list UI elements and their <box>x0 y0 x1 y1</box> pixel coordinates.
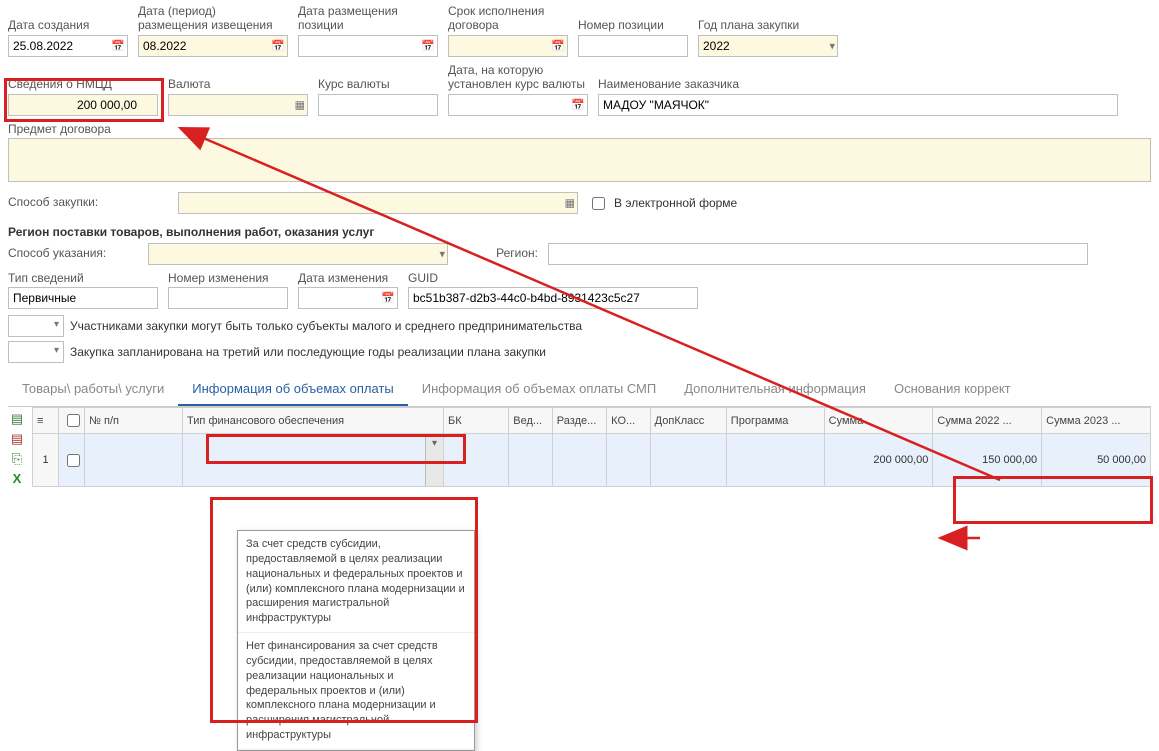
subject-label: Предмет договора <box>8 122 1151 136</box>
col-check[interactable] <box>59 408 85 434</box>
dropdown-option-1[interactable]: За счет средств субсидии, предоставляемо… <box>238 531 474 633</box>
list-icon[interactable]: ▦ <box>565 197 575 210</box>
created-date-label: Дата создания <box>8 18 128 32</box>
purchase-method-label: Способ закупки: <box>8 195 168 209</box>
change-num-label: Номер изменения <box>168 271 288 285</box>
calendar-icon[interactable]: 📅 <box>571 98 585 111</box>
pos-num-input[interactable] <box>578 35 688 57</box>
chevron-down-icon[interactable]: ▾ <box>439 247 445 260</box>
delete-row-icon[interactable]: ▤ <box>8 431 26 447</box>
list-icon[interactable]: ▦ <box>295 98 305 111</box>
calendar-icon[interactable]: 📅 <box>111 39 125 52</box>
col-bk[interactable]: БК <box>444 408 509 434</box>
calendar-icon[interactable]: 📅 <box>551 39 565 52</box>
tab-goods[interactable]: Товары\ работы\ услуги <box>8 373 178 406</box>
rate-label: Курс валюты <box>318 77 438 91</box>
add-row-icon[interactable]: ▤ <box>8 411 26 427</box>
copy-icon[interactable]: ⎘ <box>8 451 26 467</box>
currency-input[interactable] <box>168 94 308 116</box>
nmcd-input[interactable] <box>8 94 158 116</box>
info-type-label: Тип сведений <box>8 271 158 285</box>
electronic-checkbox[interactable] <box>592 197 605 210</box>
col-num[interactable]: № п/п <box>85 408 183 434</box>
col-dopklass[interactable]: ДопКласс <box>650 408 726 434</box>
change-date-label: Дата изменения <box>298 271 398 285</box>
spec-method-input[interactable] <box>148 243 448 265</box>
select-all-checkbox[interactable] <box>67 414 80 427</box>
tab-corrections[interactable]: Основания коррект <box>880 373 1025 406</box>
sum2023-cell[interactable]: 50 000,00 <box>1042 434 1151 487</box>
smb-label: Участниками закупки могут быть только су… <box>70 319 582 333</box>
rate-date-label: Дата, на которую установлен курс валюты <box>448 63 588 92</box>
pos-date-input[interactable] <box>298 35 438 57</box>
guid-label: GUID <box>408 271 698 285</box>
razd-cell[interactable] <box>552 434 606 487</box>
excel-icon[interactable]: X <box>8 471 26 487</box>
region-input[interactable] <box>548 243 1088 265</box>
plan-year-input[interactable] <box>698 35 838 57</box>
calendar-icon[interactable]: 📅 <box>271 39 285 52</box>
col-razd[interactable]: Разде... <box>552 408 606 434</box>
dopklass-cell[interactable] <box>650 434 726 487</box>
deadline-label: Срок исполнения договора <box>448 4 568 33</box>
fin-type-dropdown[interactable]: За счет средств субсидии, предоставляемо… <box>237 530 475 751</box>
calendar-icon[interactable]: 📅 <box>421 39 435 52</box>
col-prog[interactable]: Программа <box>726 408 824 434</box>
subject-textarea[interactable] <box>8 138 1151 182</box>
row-checkbox[interactable] <box>67 454 80 467</box>
chevron-down-icon[interactable]: ▾ <box>829 39 835 52</box>
deadline-input[interactable] <box>448 35 568 57</box>
col-sum2022[interactable]: Сумма 2022 ... <box>933 408 1042 434</box>
currency-label: Валюта <box>168 77 308 91</box>
calendar-icon[interactable]: 📅 <box>381 292 395 305</box>
created-date-input[interactable] <box>8 35 128 57</box>
dropdown-option-2[interactable]: Нет финансирования за счет средств субси… <box>238 633 474 750</box>
row-npp-cell[interactable] <box>85 434 183 487</box>
third-year-label: Закупка запланирована на третий или посл… <box>70 345 546 359</box>
pos-num-label: Номер позиции <box>578 18 688 32</box>
third-year-dropdown[interactable] <box>8 341 64 363</box>
tab-additional[interactable]: Дополнительная информация <box>670 373 880 406</box>
info-type-input[interactable] <box>8 287 158 309</box>
notice-period-input[interactable] <box>138 35 288 57</box>
rate-input[interactable] <box>318 94 438 116</box>
region-section-title: Регион поставки товаров, выполнения рабо… <box>8 225 1151 239</box>
sum2022-cell[interactable]: 150 000,00 <box>933 434 1042 487</box>
chevron-down-icon[interactable]: ▾ <box>425 434 443 486</box>
fin-type-cell[interactable]: ▾ <box>183 434 444 487</box>
col-ko[interactable]: КО... <box>607 408 651 434</box>
col-fin-type[interactable]: Тип финансового обеспечения <box>183 408 444 434</box>
payment-grid: ≡ № п/п Тип финансового обеспечения БК В… <box>32 407 1151 487</box>
ved-cell[interactable] <box>509 434 553 487</box>
sum-cell[interactable]: 200 000,00 <box>824 434 933 487</box>
customer-label: Наименование заказчика <box>598 77 1151 91</box>
spec-method-label: Способ указания: <box>8 246 138 260</box>
col-ved[interactable]: Вед... <box>509 408 553 434</box>
col-menu[interactable]: ≡ <box>32 408 58 434</box>
region-label: Регион: <box>458 246 538 260</box>
electronic-label: В электронной форме <box>614 196 737 210</box>
notice-period-label: Дата (период) размещения извещения <box>138 4 288 33</box>
row-num-cell: 1 <box>32 434 58 487</box>
rate-date-input[interactable] <box>448 94 588 116</box>
change-num-input[interactable] <box>168 287 288 309</box>
guid-input[interactable] <box>408 287 698 309</box>
purchase-method-input[interactable] <box>178 192 578 214</box>
bk-cell[interactable]: ... <box>444 434 509 487</box>
col-sum[interactable]: Сумма <box>824 408 933 434</box>
tab-payment-smp[interactable]: Информация об объемах оплаты СМП <box>408 373 671 406</box>
col-sum2023[interactable]: Сумма 2023 ... <box>1042 408 1151 434</box>
customer-input[interactable] <box>598 94 1118 116</box>
pos-date-label: Дата размещения позиции <box>298 4 438 33</box>
row-check-cell[interactable] <box>59 434 85 487</box>
smb-dropdown[interactable] <box>8 315 64 337</box>
table-row[interactable]: 1 ▾ ... 200 000,00 150 000,00 50 000,00 <box>32 434 1150 487</box>
plan-year-label: Год плана закупки <box>698 18 838 32</box>
nmcd-label: Сведения о НМЦД <box>8 77 158 91</box>
tab-payment-volumes[interactable]: Информация об объемах оплаты <box>178 373 407 406</box>
prog-cell[interactable] <box>726 434 824 487</box>
ko-cell[interactable] <box>607 434 651 487</box>
